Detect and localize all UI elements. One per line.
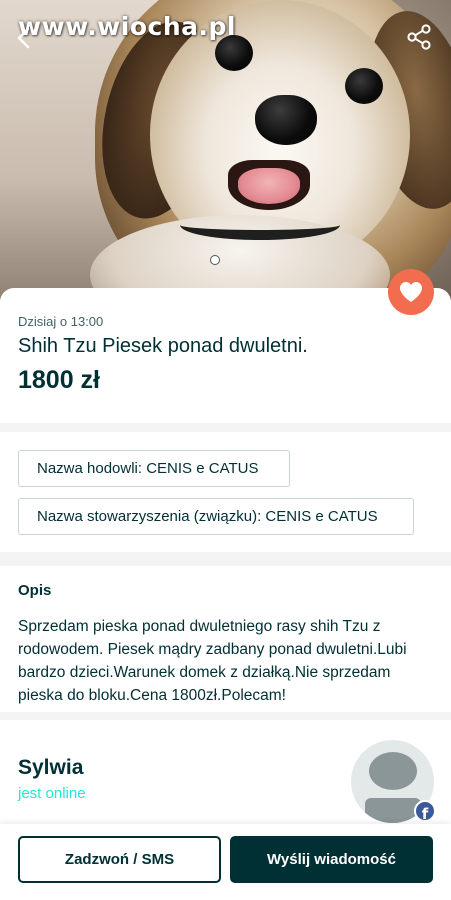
param-breeder-name: Nazwa hodowli: CENIS e CATUS (18, 450, 290, 487)
favorite-button[interactable] (388, 269, 434, 315)
avatar-placeholder-body (365, 798, 421, 823)
send-message-button[interactable]: Wyślij wiadomość (230, 836, 433, 883)
dog-eye-right (345, 68, 383, 104)
share-button[interactable] (404, 22, 434, 52)
seller-online-status: jest online (18, 785, 86, 802)
description-text: Sprzedam pieska ponad dwuletniego rasy s… (18, 618, 407, 704)
watermark: www.wiocha.pl (18, 12, 236, 41)
back-button[interactable] (10, 24, 38, 52)
facebook-icon: f (414, 800, 436, 823)
listing-title: Shih Tzu Piesek ponad dwuletni. (18, 335, 308, 357)
avatar-placeholder-head (369, 752, 417, 790)
description-heading: Opis (18, 582, 52, 599)
call-sms-button[interactable]: Zadzwoń / SMS (18, 836, 221, 883)
dog-tongue (238, 168, 300, 204)
listing-photo[interactable] (0, 0, 451, 300)
dog-nose (255, 95, 317, 145)
gallery-page-indicator (210, 255, 220, 265)
share-icon (407, 24, 431, 50)
listing-price: 1800 zł (18, 366, 101, 394)
seller-name: Sylwia (18, 756, 84, 779)
param-association-name: Nazwa stowarzyszenia (związku): CENIS e … (18, 498, 414, 535)
dog-collar (180, 210, 340, 240)
listing-page: www.wiocha.pl Dzisiaj o 13:00 Shih Tzu P… (0, 0, 451, 900)
listing-date: Dzisiaj o 13:00 (18, 314, 104, 329)
heart-icon (400, 282, 422, 302)
chevron-left-icon (17, 27, 30, 49)
